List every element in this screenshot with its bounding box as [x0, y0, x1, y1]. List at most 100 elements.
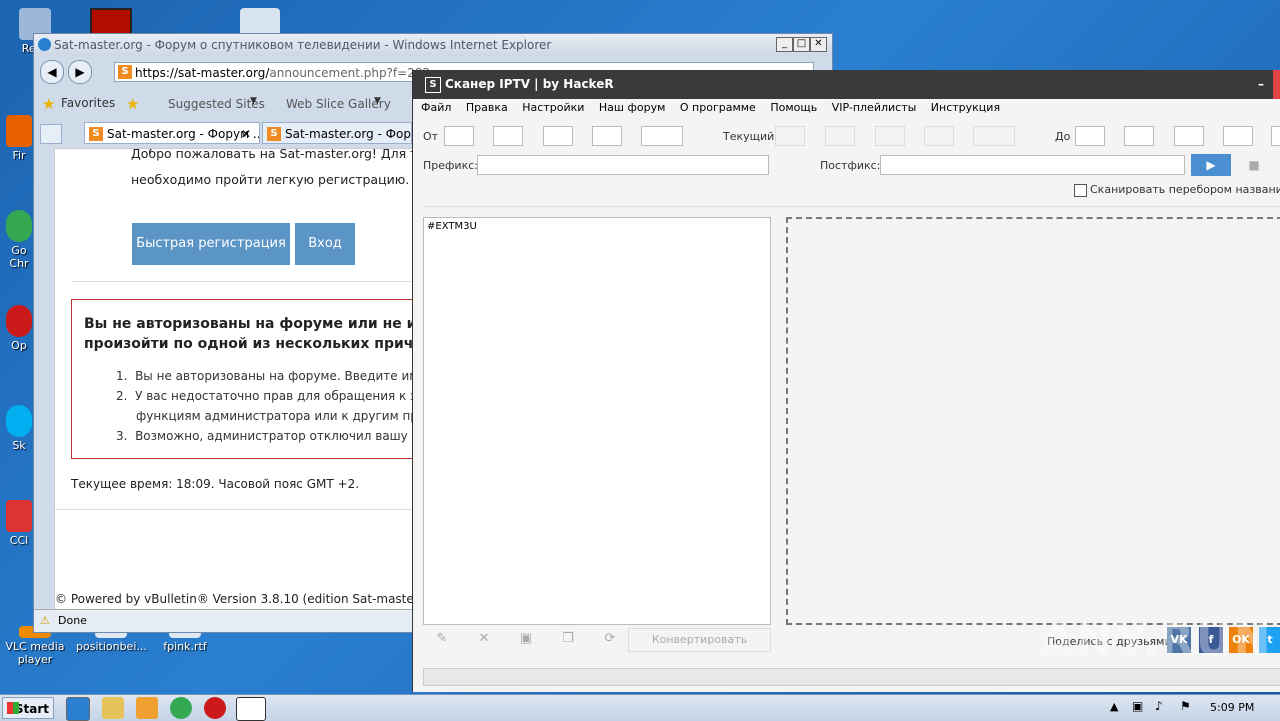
tab-label: Sat-master.org - Форум о с — [285, 127, 411, 141]
prefix-input[interactable] — [477, 155, 769, 175]
start-label: Start — [14, 702, 49, 716]
to-ip-octet-3[interactable] — [1174, 126, 1204, 146]
opera-taskbar-icon[interactable] — [204, 697, 226, 719]
opera-icon — [6, 305, 32, 337]
to-ip-octet-1[interactable] — [1075, 126, 1105, 146]
menu-help[interactable]: Помощь — [770, 101, 817, 114]
start-button[interactable]: Start — [2, 697, 54, 719]
scanner-taskbar-icon[interactable] — [236, 697, 266, 721]
reason-2-continuation: функциям администратора или к другим при… — [136, 409, 433, 423]
desktop-icon-ccleaner[interactable]: CCl — [2, 500, 36, 547]
postfix-input[interactable] — [880, 155, 1185, 175]
error-reasons: 1. Вы не авторизованы на форуме. Введите… — [116, 366, 433, 446]
menu-settings[interactable]: Настройки — [522, 101, 584, 114]
desktop-icon-label: positionbei... — [76, 640, 147, 653]
site-icon: S — [89, 127, 103, 141]
tab-sat-master-2[interactable]: S Sat-master.org - Форум о с — [262, 122, 412, 144]
network-icon[interactable]: ▣ — [1132, 699, 1143, 713]
stop-scan-button[interactable]: ■ — [1239, 154, 1269, 176]
menu-forum[interactable]: Наш форум — [599, 101, 666, 114]
current-ip-octet-2 — [825, 126, 855, 146]
menu-instructions[interactable]: Инструкция — [931, 101, 1000, 114]
minimize-button[interactable]: – — [1258, 70, 1264, 99]
quick-register-button[interactable]: Быстрая регистрация — [132, 223, 290, 265]
to-label: До — [1055, 130, 1071, 143]
minimize-button[interactable]: _ — [776, 37, 793, 52]
playlist-text: #EXTM3U — [427, 221, 477, 232]
from-ip-octet-1[interactable] — [444, 126, 474, 146]
quick-tabs-icon[interactable] — [40, 124, 62, 144]
error-title: Вы не авторизованы на форуме или не им п… — [84, 314, 432, 354]
playlist-textarea[interactable]: #EXTM3U — [423, 217, 771, 625]
prefix-label: Префикс: — [423, 159, 478, 172]
ccleaner-icon — [6, 500, 32, 532]
to-ip-octet-4[interactable] — [1223, 126, 1253, 146]
tray-arrow-icon[interactable]: ▲ — [1110, 700, 1118, 713]
menu-about[interactable]: О программе — [680, 101, 756, 114]
from-ip-octet-4[interactable] — [592, 126, 622, 146]
to-port-input[interactable] — [1271, 126, 1280, 146]
maximize-button[interactable]: □ — [793, 37, 810, 52]
desktop-icon-skype[interactable]: Sk — [2, 405, 36, 452]
login-button[interactable]: Вход — [295, 223, 355, 265]
volume-icon[interactable]: ♪ — [1155, 699, 1163, 713]
delete-icon[interactable]: ✕ — [469, 628, 499, 650]
favorites-button[interactable]: Favorites — [61, 96, 115, 110]
chevron-down-icon: ▼ — [374, 96, 381, 106]
scan-names-label: Сканировать перебором названий ка — [1090, 183, 1280, 196]
desktop-icon-label: Fir — [12, 149, 26, 162]
clock[interactable]: 5:09 PM — [1210, 701, 1254, 714]
convert-button[interactable]: Конвертировать — [628, 628, 771, 652]
desktop-icon-opera[interactable]: Op — [2, 305, 36, 352]
flag-icon[interactable]: ⚑ — [1180, 699, 1191, 713]
menu-vip-playlists[interactable]: VIP-плейлисты — [832, 101, 917, 114]
tab-sat-master-1[interactable]: S Sat-master.org - Форум ... ✕ — [84, 122, 260, 144]
desktop-icon-chrome[interactable]: Go Chr — [2, 210, 36, 270]
scanner-logo-icon: S — [425, 77, 441, 93]
powered-by: © Powered by vBulletin® Version 3.8.10 (… — [55, 592, 446, 606]
close-tab-icon[interactable]: ✕ — [241, 123, 251, 143]
ie-logo-icon — [38, 38, 51, 51]
menu-file[interactable]: Файл — [421, 101, 451, 114]
site-icon: S — [267, 127, 281, 141]
desktop-icon-label: Go Chr — [9, 244, 29, 270]
scan-names-checkbox[interactable] — [1074, 184, 1087, 197]
windows-logo-icon — [7, 702, 19, 714]
ie-taskbar-icon[interactable] — [66, 697, 90, 721]
to-ip-octet-2[interactable] — [1124, 126, 1154, 146]
forward-button[interactable]: ▶ — [68, 60, 92, 84]
status-text: Done — [58, 614, 87, 627]
scanner-titlebar: S Сканер IPTV | by HackeR – — [413, 70, 1280, 99]
scanner-title: Сканер IPTV | by HackeR — [445, 77, 614, 91]
results-drop-area[interactable] — [786, 217, 1280, 625]
add-favorite-icon[interactable]: ★ — [126, 95, 139, 113]
setup-icon[interactable] — [240, 8, 280, 36]
acrobat-icon[interactable] — [90, 8, 132, 36]
scanner-window: S Сканер IPTV | by HackeR – Файл Правка … — [412, 70, 1280, 692]
from-ip-octet-2[interactable] — [493, 126, 523, 146]
welcome-divider — [71, 281, 431, 282]
current-time: Текущее время: 18:09. Часовой пояс GMT +… — [71, 477, 360, 491]
start-scan-button[interactable]: ▶ — [1191, 154, 1231, 176]
tab-label: Sat-master.org - Форум ... — [107, 127, 260, 141]
desktop-icon-positionbei[interactable]: positionbei... — [76, 630, 147, 653]
explorer-taskbar-icon[interactable] — [102, 697, 124, 719]
edit-pencil-icon[interactable]: ✎ — [427, 628, 457, 650]
close-button[interactable] — [1273, 70, 1280, 99]
back-button[interactable]: ◀ — [40, 60, 64, 84]
ie-titlebar: Sat-master.org - Форум о спутниковом тел… — [34, 34, 832, 56]
copy-icon[interactable]: ❐ — [553, 628, 583, 650]
refresh-icon[interactable]: ⟳ — [595, 628, 625, 650]
chrome-taskbar-icon[interactable] — [170, 697, 192, 719]
from-port-input[interactable] — [641, 126, 683, 146]
desktop-icon-firefox[interactable]: Fir — [2, 115, 36, 162]
save-icon[interactable]: ▣ — [511, 628, 541, 650]
menu-edit[interactable]: Правка — [466, 101, 508, 114]
welcome-line-1: Добро пожаловать на Sat-master.org! Для … — [131, 148, 432, 161]
media-player-taskbar-icon[interactable] — [136, 697, 158, 719]
close-button[interactable]: ✕ — [810, 37, 827, 52]
postfix-label: Постфикс: — [820, 159, 881, 172]
watermark: ANY.RUN — [1040, 615, 1273, 666]
desktop-icon-fpink[interactable]: fpink.rtf — [155, 630, 215, 653]
from-ip-octet-3[interactable] — [543, 126, 573, 146]
